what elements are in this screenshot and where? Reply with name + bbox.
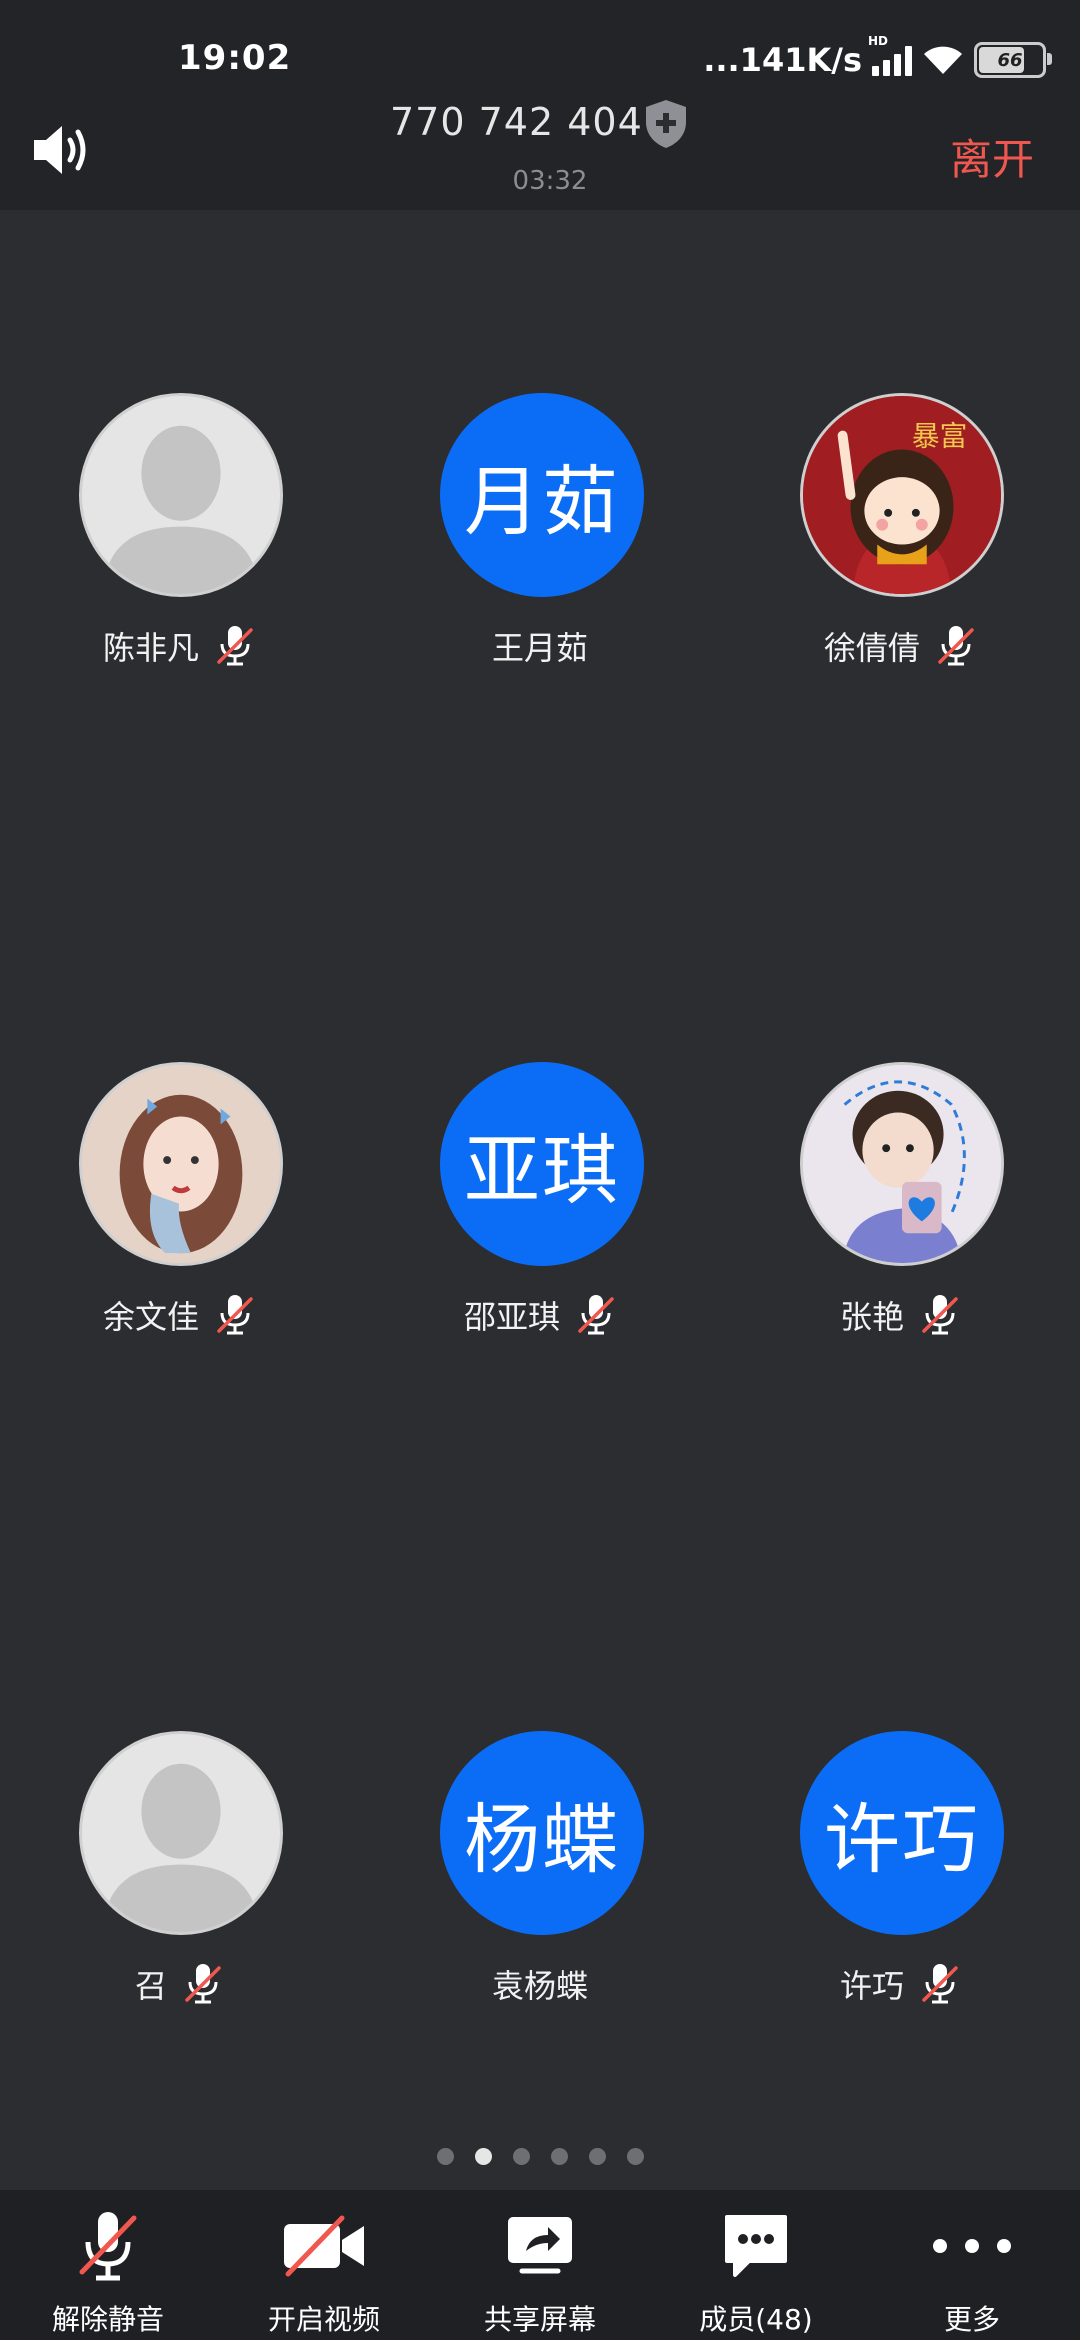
mic-off-icon — [922, 1295, 958, 1335]
participant-tile[interactable]: 召 — [29, 1731, 329, 2031]
avatar-text: 亚琪 — [464, 1126, 620, 1215]
participant-name: 邵亚琪 — [463, 1298, 560, 1336]
avatar-initials: 许巧 — [800, 1731, 1004, 1935]
participant-tile[interactable]: 陈非凡 — [29, 393, 329, 693]
page-dot[interactable] — [588, 2148, 606, 2165]
participant-tile[interactable]: 亚琪 邵亚琪 — [390, 1062, 690, 1362]
mic-off-icon — [185, 1964, 221, 2004]
avatar-initials: 月茹 — [440, 393, 644, 597]
mic-off-icon — [922, 1964, 958, 2004]
mic-off-icon — [578, 1295, 614, 1335]
status-icons: ...141K/s HD 66 — [703, 34, 1052, 82]
unmute-button[interactable]: 解除静音 — [0, 2190, 216, 2340]
participant-label: 袁杨蝶 — [390, 1959, 690, 2009]
members-label: 成员(48) — [699, 2303, 813, 2336]
participant-name: 袁杨蝶 — [491, 1967, 588, 2005]
participant-tile[interactable]: 杨蝶 袁杨蝶 — [390, 1731, 690, 2031]
page-dot-active[interactable] — [474, 2148, 492, 2165]
network-speed: ...141K/s — [703, 41, 862, 79]
child-photo — [803, 1065, 1001, 1263]
shield-icon[interactable] — [642, 98, 690, 150]
participant-tile[interactable]: 张艳 — [750, 1062, 1050, 1362]
page-dot[interactable] — [436, 2148, 454, 2165]
battery-level: 66 — [997, 49, 1023, 71]
page-dot[interactable] — [512, 2148, 530, 2165]
share-screen-button[interactable]: 共享屏幕 — [432, 2190, 648, 2340]
top-bar: 19:02 ...141K/s HD 66 770 742 404 03:32 … — [0, 0, 1080, 210]
cartoon-girl-image: 暴富 — [803, 396, 1001, 594]
participant-name: 许巧 — [839, 1967, 904, 2005]
battery-icon: 66 — [974, 42, 1052, 78]
wifi-icon — [924, 46, 962, 74]
avatar-text: 月茹 — [464, 457, 620, 546]
participant-name: 余文佳 — [102, 1298, 199, 1336]
participant-tile[interactable]: 暴富 徐倩倩 — [750, 393, 1050, 693]
signal-icon: HD — [868, 34, 912, 76]
participant-label: 余文佳 — [29, 1290, 329, 1340]
participant-label: 徐倩倩 — [750, 621, 1050, 671]
mic-off-icon — [217, 1295, 253, 1335]
mic-off-icon — [79, 2212, 137, 2281]
avatar-initials: 杨蝶 — [440, 1731, 644, 1935]
meeting-id[interactable]: 770 742 404 — [390, 100, 643, 144]
mic-off-icon — [217, 626, 253, 666]
status-time: 19:02 — [178, 38, 292, 78]
share-screen-label: 共享屏幕 — [483, 2303, 596, 2336]
page-dot[interactable] — [550, 2148, 568, 2165]
participant-name: 陈非凡 — [102, 629, 199, 667]
avatar-photo: 暴富 — [800, 393, 1004, 597]
avatar-sticker-text: 暴富 — [912, 421, 967, 452]
avatar-default — [79, 1731, 283, 1935]
participant-name: 王月茹 — [491, 629, 588, 667]
members-button[interactable]: 成员(48) — [648, 2190, 864, 2340]
default-person-icon — [103, 1763, 259, 1932]
participant-tile[interactable]: 余文佳 — [29, 1062, 329, 1362]
members-chat-icon — [725, 2215, 787, 2277]
participant-name: 徐倩倩 — [823, 629, 920, 667]
avatar-text: 杨蝶 — [464, 1795, 620, 1884]
participant-tile[interactable]: 许巧 许巧 — [750, 1731, 1050, 2031]
participant-name: 张艳 — [839, 1298, 904, 1336]
participant-name: 召 — [134, 1967, 167, 2005]
avatar-photo — [800, 1062, 1004, 1266]
more-label: 更多 — [943, 2303, 1000, 2336]
participant-tile[interactable]: 月茹 王月茹 — [390, 393, 690, 693]
portrait-photo — [82, 1065, 280, 1263]
default-person-icon — [103, 425, 259, 594]
page-dot[interactable] — [626, 2148, 644, 2165]
leave-button[interactable]: 离开 — [950, 126, 1034, 187]
avatar-default — [79, 393, 283, 597]
participant-label: 邵亚琪 — [390, 1290, 690, 1340]
start-video-button[interactable]: 开启视频 — [216, 2190, 432, 2340]
share-screen-icon — [508, 2217, 572, 2274]
page-indicator[interactable] — [0, 2148, 1080, 2165]
avatar-text: 许巧 — [824, 1795, 980, 1884]
more-dots-icon — [933, 2239, 1011, 2253]
participant-label: 陈非凡 — [29, 621, 329, 671]
participant-label: 召 — [29, 1959, 329, 2009]
meeting-duration: 03:32 — [512, 166, 588, 196]
participant-label: 王月茹 — [390, 621, 690, 671]
participant-label: 张艳 — [750, 1290, 1050, 1340]
mic-off-icon — [938, 626, 974, 666]
participant-label: 许巧 — [750, 1959, 1050, 2009]
avatar-initials: 亚琪 — [440, 1062, 644, 1266]
avatar-photo — [79, 1062, 283, 1266]
unmute-label: 解除静音 — [51, 2303, 164, 2336]
bottom-toolbar: 解除静音 开启视频 共享屏幕 成员(48) 更多 — [0, 2190, 1080, 2340]
more-button[interactable]: 更多 — [864, 2190, 1080, 2340]
signal-tag: HD — [868, 34, 889, 48]
video-off-icon — [284, 2215, 364, 2277]
start-video-label: 开启视频 — [267, 2303, 380, 2336]
